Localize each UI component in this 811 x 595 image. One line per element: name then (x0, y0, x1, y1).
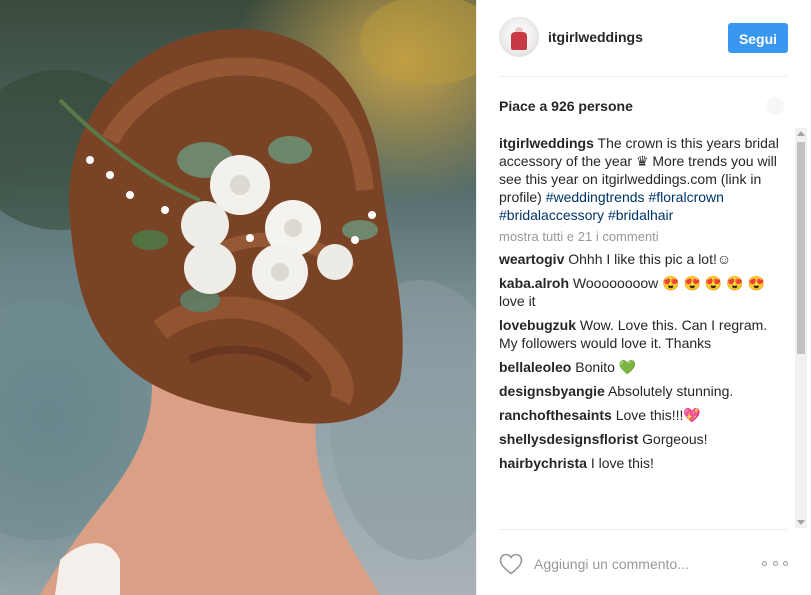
comments-list: itgirlweddings The crown is this years b… (499, 134, 779, 528)
comment-text: Absolutely stunning. (607, 383, 734, 399)
comment-text: Bonito 💚 (575, 359, 637, 375)
comment-item: hairbychrista I love this! (499, 454, 779, 472)
comment-text: Love this!!!💖 (615, 407, 701, 423)
avatar[interactable] (499, 17, 539, 57)
instagram-post: itgirlweddings Segui Piace a 926 persone… (0, 0, 811, 595)
hashtag-link[interactable]: #bridalaccessory (499, 207, 604, 223)
bride-hair-illustration (0, 0, 476, 595)
comment-text: Gorgeous! (642, 431, 708, 447)
post-caption: itgirlweddings The crown is this years b… (499, 134, 779, 224)
comment-username[interactable]: weartogiv (499, 251, 564, 267)
comment-item: lovebugzuk Wow. Love this. Can I regram.… (499, 316, 779, 352)
comments-scrollbar[interactable] (795, 128, 807, 528)
comment-input[interactable] (534, 552, 754, 576)
comment-text: I love this! (590, 455, 654, 471)
comment-username[interactable]: lovebugzuk (499, 317, 576, 333)
comment-username[interactable]: shellysdesignsflorist (499, 431, 638, 447)
dot (762, 560, 767, 566)
scrollbar-thumb[interactable] (797, 142, 805, 354)
comment-username[interactable]: ranchofthesaints (499, 407, 612, 423)
divider (499, 76, 788, 77)
scroll-down-arrow-icon[interactable] (797, 520, 805, 525)
hashtag-link[interactable]: #weddingtrends (546, 189, 645, 205)
heart-outline-icon[interactable] (499, 553, 523, 575)
avatar-detail (511, 32, 527, 50)
post-header: itgirlweddings Segui (477, 0, 811, 76)
comment-item: weartogiv Ohhh I like this pic a lot!☺ (499, 250, 779, 268)
comment-item: shellysdesignsflorist Gorgeous! (499, 430, 779, 448)
comment-username[interactable]: hairbychrista (499, 455, 587, 471)
comment-username[interactable]: designsbyangie (499, 383, 605, 399)
scroll-up-arrow-icon[interactable] (797, 131, 805, 136)
hashtag-link[interactable]: #floralcrown (648, 189, 723, 205)
likes-count[interactable]: Piace a 926 persone (499, 98, 633, 114)
comment-text: Ohhh I like this pic a lot!☺ (568, 251, 732, 267)
hashtag-link[interactable]: #bridalhair (608, 207, 673, 223)
comment-item: kaba.alroh Woooooooow 😍 😍 😍 😍 😍 love it (499, 274, 779, 310)
dot (772, 560, 778, 566)
view-all-comments-link[interactable]: mostra tutti e 21 i commenti (499, 228, 779, 246)
profile-username[interactable]: itgirlweddings (548, 29, 643, 45)
caption-username[interactable]: itgirlweddings (499, 135, 594, 151)
dot (783, 560, 788, 566)
more-options-icon[interactable] (762, 556, 788, 570)
comment-username[interactable]: bellaleoleo (499, 359, 571, 375)
comment-bar (477, 530, 811, 595)
post-details-panel: itgirlweddings Segui Piace a 926 persone… (476, 0, 811, 595)
post-photo[interactable] (0, 0, 476, 595)
comment-username[interactable]: kaba.alroh (499, 275, 569, 291)
likes-indicator-icon (766, 97, 784, 115)
comment-item: designsbyangie Absolutely stunning. (499, 382, 779, 400)
follow-button[interactable]: Segui (728, 23, 788, 53)
comment-item: ranchofthesaints Love this!!!💖 (499, 406, 779, 424)
comment-item: bellaleoleo Bonito 💚 (499, 358, 779, 376)
